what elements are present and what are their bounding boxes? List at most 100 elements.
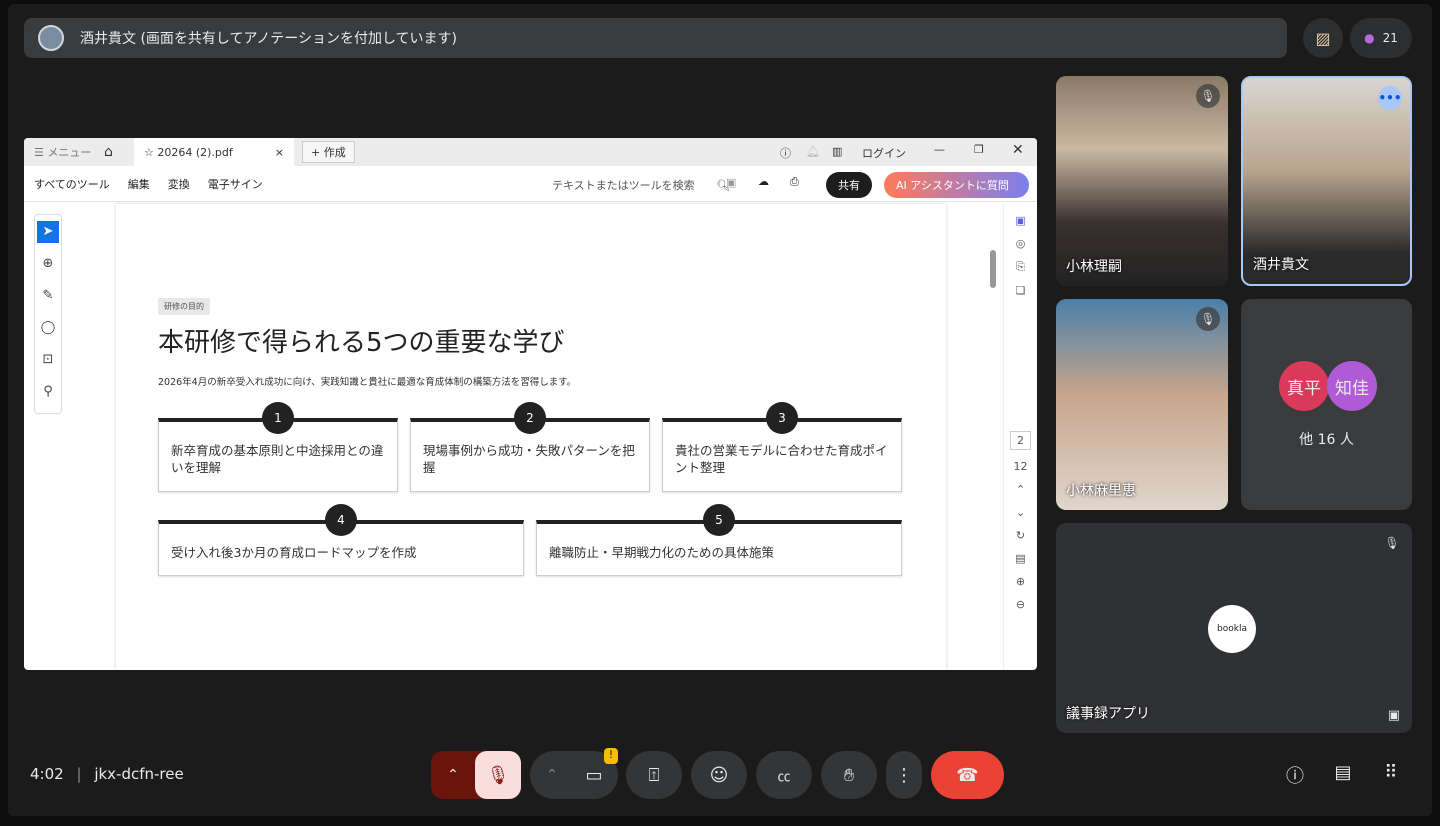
toolbar-esign[interactable]: 電子サイン: [208, 176, 263, 192]
hand-icon: ✋︎: [843, 764, 855, 786]
card-number: 4: [325, 504, 357, 536]
card-number: 3: [766, 402, 798, 434]
more-vert-icon: ⋮: [895, 764, 913, 786]
print-icon[interactable]: ⎙: [790, 175, 799, 189]
camera-off-indicator[interactable]: ▨: [1303, 18, 1343, 58]
page-number-input[interactable]: 2: [1010, 431, 1031, 450]
pages-icon[interactable]: ❏: [1016, 284, 1026, 297]
text-tool-icon[interactable]: ⊡: [37, 349, 59, 371]
participant-name: 小林理嗣: [1066, 259, 1122, 275]
minimize-button[interactable]: —: [934, 143, 945, 156]
mic-off-icon: 🎙︎: [1196, 307, 1220, 331]
home-icon[interactable]: ⌂: [104, 144, 134, 160]
section-badge: 研修の目的: [158, 298, 210, 315]
presenter-avatar: [38, 25, 64, 51]
star-icon: ☆: [144, 145, 158, 159]
mic-off-icon: 🎙︎: [1384, 536, 1400, 550]
new-button[interactable]: + 作成: [302, 141, 355, 163]
zoom-in-icon[interactable]: ⊕: [1016, 575, 1025, 588]
mic-off-icon: 🎙︎: [1196, 84, 1220, 108]
participants-button[interactable]: ● 21: [1350, 18, 1412, 58]
toolbar-convert[interactable]: 変換: [168, 176, 190, 192]
fit-page-icon[interactable]: ▤: [1015, 552, 1025, 565]
meeting-time: 4:02: [30, 765, 64, 783]
close-tab-icon[interactable]: ×: [275, 146, 284, 159]
camera-button[interactable]: ▭: [572, 765, 616, 786]
participant-tile-active[interactable]: ••• 酒井貴文: [1241, 76, 1412, 286]
scrollbar-thumb[interactable]: [990, 250, 996, 288]
more-options-icon[interactable]: •••: [1378, 86, 1402, 110]
chat-icon[interactable]: ▤: [1330, 762, 1356, 788]
mic-off-button[interactable]: 🎙︎: [475, 751, 521, 799]
ai-panel-icon[interactable]: ▣: [1015, 214, 1025, 227]
ai-assistant-button[interactable]: AI アシスタントに質問: [884, 172, 1029, 198]
camera-options-chevron-icon[interactable]: ⌃: [532, 767, 572, 783]
card-text: 離職防止・早期戦力化のための具体施策: [549, 545, 775, 560]
card-number: 5: [703, 504, 735, 536]
page-subtitle: 2026年4月の新卒受入れ成功に向け、実践知識と貴社に最適な育成体制の構築方法を…: [158, 377, 577, 388]
learning-card: 5 離職防止・早期戦力化のための具体施策: [536, 504, 902, 576]
bookmark-icon[interactable]: ⎘: [1016, 260, 1025, 274]
learning-card: 1 新卒育成の基本原則と中途採用との違いを理解: [158, 402, 398, 492]
save-icon[interactable]: ▣: [726, 176, 736, 189]
help-icon[interactable]: ⓘ: [780, 145, 791, 161]
apps-icon[interactable]: ▥: [832, 145, 842, 158]
toolbar-edit[interactable]: 編集: [128, 176, 150, 192]
meeting-details-icon[interactable]: ⓘ: [1282, 762, 1308, 788]
separator: |: [76, 765, 82, 783]
pdf-tab-bar: ☰ メニュー ⌂ ☆ 20264 (2).pdf × + 作成 ⓘ 🔔︎ ▥ ロ…: [24, 138, 1037, 166]
annotation-tools: ➤ ⊕ ✎ ◯ ⊡ ⚲: [34, 214, 62, 414]
zoom-out-icon[interactable]: ⊖: [1016, 598, 1025, 611]
hangup-icon: ☎︎: [956, 764, 979, 786]
login-link[interactable]: ログイン: [862, 145, 906, 161]
captions-button[interactable]: ㏄: [756, 751, 812, 799]
participant-tile[interactable]: 🎙︎ 小林麻里恵: [1056, 299, 1228, 510]
avatar: 知佳: [1327, 361, 1377, 411]
menu-button[interactable]: ☰ メニュー: [34, 144, 104, 160]
more-options-button[interactable]: ⋮: [886, 751, 922, 799]
maximize-button[interactable]: ❐: [974, 143, 984, 156]
participant-name: 小林麻里恵: [1066, 483, 1136, 499]
app-tile[interactable]: 🎙︎ bookla 議事録アプリ ▣: [1056, 523, 1412, 733]
mic-options-chevron-icon[interactable]: ⌃: [431, 767, 475, 783]
select-tool-icon[interactable]: ➤: [37, 221, 59, 243]
shared-screen: ☰ メニュー ⌂ ☆ 20264 (2).pdf × + 作成 ⓘ 🔔︎ ▥ ロ…: [24, 138, 1037, 670]
share-button[interactable]: 共有: [826, 172, 872, 198]
next-page-icon[interactable]: ⌄: [1016, 506, 1025, 519]
stamp-tool-icon[interactable]: ⚲: [37, 381, 59, 403]
others-tile[interactable]: 真平 知佳 他 16 人: [1241, 299, 1412, 510]
prev-page-icon[interactable]: ⌃: [1016, 483, 1025, 496]
learning-card: 2 現場事例から成功・失敗パターンを把握: [410, 402, 650, 492]
pdf-tab[interactable]: ☆ 20264 (2).pdf ×: [134, 138, 294, 166]
captions-icon: ㏄: [777, 769, 791, 785]
comments-icon[interactable]: ◎: [1016, 237, 1026, 250]
app-logo: bookla: [1208, 605, 1256, 653]
activities-icon[interactable]: ⠿: [1378, 762, 1404, 788]
comment-tool-icon[interactable]: ⊕: [37, 253, 59, 275]
card-number: 1: [262, 402, 294, 434]
rotate-icon[interactable]: ↻: [1016, 529, 1025, 542]
present-button[interactable]: ⍐: [626, 751, 682, 799]
close-window-button[interactable]: ✕: [1012, 142, 1024, 158]
participant-tile[interactable]: 🎙︎ 小林理嗣: [1056, 76, 1228, 286]
pen-tool-icon[interactable]: ✎: [37, 285, 59, 307]
toolbar-all-tools[interactable]: すべてのツール: [34, 176, 110, 192]
card-number: 2: [514, 402, 546, 434]
meeting-code[interactable]: jkx-dcfn-ree: [94, 765, 183, 783]
pip-icon[interactable]: ▣: [1388, 708, 1400, 723]
camera-off-icon: ▨: [1315, 28, 1331, 48]
raise-hand-button[interactable]: ✋︎: [821, 751, 877, 799]
end-call-button[interactable]: ☎︎: [931, 751, 1004, 799]
bell-icon[interactable]: 🔔︎: [806, 145, 820, 158]
upload-icon[interactable]: ☁: [758, 175, 769, 188]
search-tools[interactable]: テキストまたはツールを検索 🔍︎: [552, 177, 748, 193]
right-panel: ▣ ◎ ⎘ ❏ 2 12 ⌃ ⌄ ↻ ▤ ⊕ ⊖: [1003, 204, 1037, 670]
card-text: 貴社の営業モデルに合わせた育成ポイント整理: [675, 443, 888, 475]
reactions-button[interactable]: ☺: [691, 751, 747, 799]
shape-tool-icon[interactable]: ◯: [37, 317, 59, 339]
page-title: 本研修で得られる5つの重要な学び: [158, 328, 565, 358]
participant-name: 議事録アプリ: [1066, 706, 1150, 722]
present-icon: ⍐: [648, 764, 660, 786]
menu-label: メニュー: [47, 146, 92, 159]
emoji-icon: ☺: [709, 764, 729, 786]
